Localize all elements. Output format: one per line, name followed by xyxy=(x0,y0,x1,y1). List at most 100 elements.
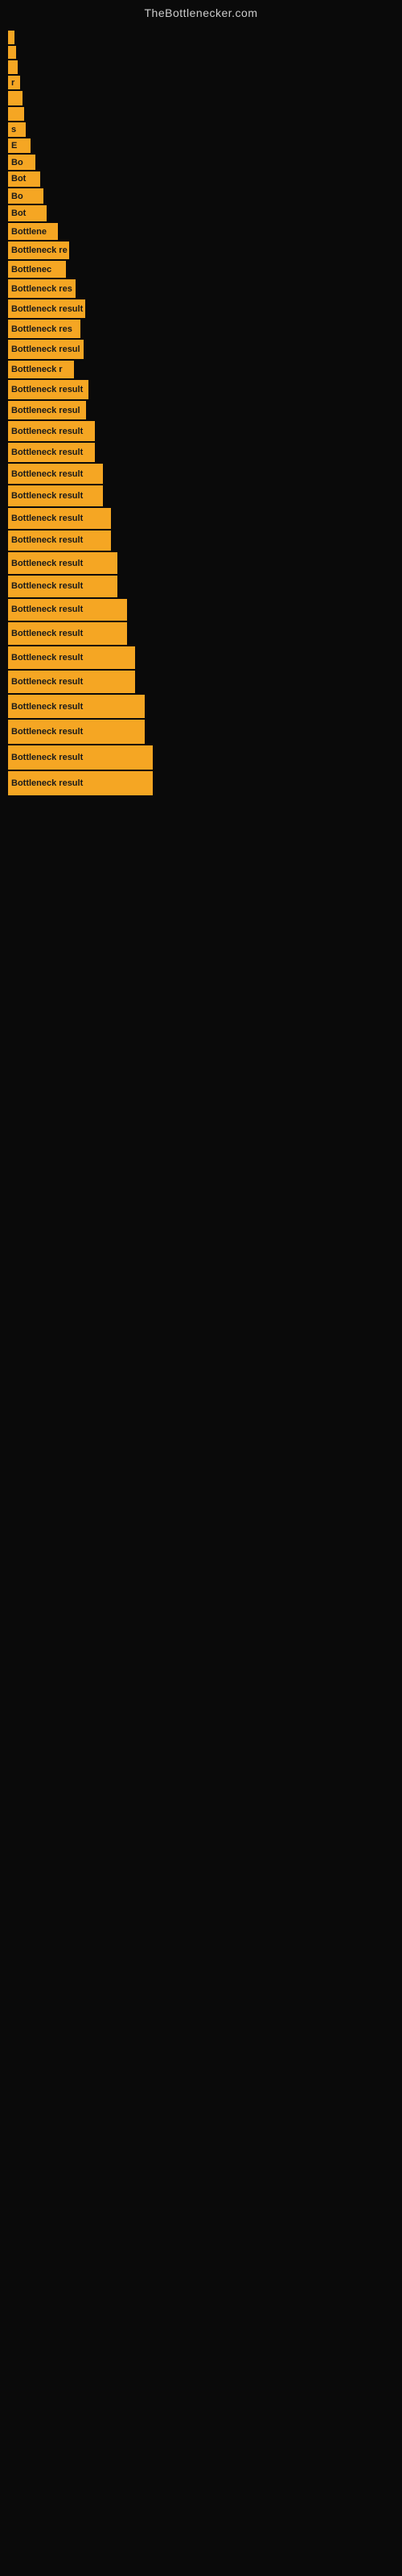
bar-label: Bottleneck result xyxy=(11,304,83,314)
bars-container: r sE Bo Bot Bo Bot Bottlene Bottleneck re Bottle… xyxy=(0,23,402,797)
bar-label: Bottleneck resul xyxy=(11,406,80,415)
bar-item: Bot xyxy=(8,171,40,187)
bar-label: Bottlene xyxy=(11,227,47,237)
bar-item: Bottleneck result xyxy=(8,745,153,770)
bar-label: Bottleneck result xyxy=(11,514,83,523)
bar-label: Bo xyxy=(11,192,23,201)
bar-item: Bottlene xyxy=(8,223,58,240)
bar-row: Bottleneck result xyxy=(8,622,402,645)
bar-item xyxy=(8,107,24,122)
bar-item: Bottleneck resul xyxy=(8,401,86,420)
bar-item: Bot xyxy=(8,205,47,221)
bar-row: Bot xyxy=(8,205,402,221)
bar-label: Bot xyxy=(11,208,26,218)
bar-label: Bottleneck result xyxy=(11,535,83,545)
bar-row: s xyxy=(8,122,402,137)
bar-row: Bottleneck r xyxy=(8,361,402,378)
bar-item: Bottleneck result xyxy=(8,508,111,529)
bar-label: Bottleneck result xyxy=(11,727,83,737)
bar-row: Bottlene xyxy=(8,223,402,240)
bar-item: Bottleneck result xyxy=(8,485,103,506)
bar-row: r xyxy=(8,76,402,89)
bar-item xyxy=(8,46,16,60)
bar-item: Bottleneck result xyxy=(8,530,111,551)
bar-row: Bottleneck result xyxy=(8,508,402,529)
bar-item: Bottleneck res xyxy=(8,279,76,298)
bar-row xyxy=(8,107,402,122)
bar-row: Bottleneck res xyxy=(8,279,402,298)
bar-item: Bottleneck re xyxy=(8,242,69,259)
bar-label: Bot xyxy=(11,174,26,184)
bar-row: Bottleneck result xyxy=(8,485,402,506)
bar-label: Bottleneck result xyxy=(11,491,83,501)
bar-row: Bottleneck result xyxy=(8,299,402,318)
bar-label: Bottleneck result xyxy=(11,629,83,638)
bar-label: Bottleneck res xyxy=(11,324,72,334)
bar-row: Bottleneck result xyxy=(8,745,402,770)
bar-label: Bottleneck result xyxy=(11,778,83,788)
bar-label: Bottleneck result xyxy=(11,653,83,663)
bar-row: E xyxy=(8,138,402,153)
bar-row: Bottlenec xyxy=(8,261,402,279)
bar-item: Bottlenec xyxy=(8,261,66,279)
bar-row: Bottleneck re xyxy=(8,242,402,259)
bar-label: Bottleneck result xyxy=(11,385,83,394)
bar-item xyxy=(8,31,14,44)
bar-item: Bottleneck result xyxy=(8,464,103,484)
bar-item: Bo xyxy=(8,155,35,170)
bar-row: Bottleneck result xyxy=(8,443,402,462)
bar-label: E xyxy=(11,141,17,151)
bar-item: s xyxy=(8,122,26,137)
bar-row: Bottleneck result xyxy=(8,552,402,574)
bar-row: Bottleneck result xyxy=(8,380,402,399)
bar-label: r xyxy=(11,78,14,88)
bar-row: Bo xyxy=(8,188,402,204)
bar-row: Bottleneck result xyxy=(8,771,402,795)
bar-row: Bottleneck result xyxy=(8,421,402,440)
bar-item: Bottleneck result xyxy=(8,671,135,693)
bar-label: Bottleneck result xyxy=(11,581,83,591)
bar-item: Bottleneck result xyxy=(8,599,127,621)
bar-label: Bottleneck result xyxy=(11,469,83,479)
bar-label: Bottleneck result xyxy=(11,677,83,687)
bar-label: Bottleneck result xyxy=(11,427,83,436)
bar-item: Bottleneck resul xyxy=(8,340,84,358)
bar-row: Bottleneck resul xyxy=(8,340,402,358)
bar-label: Bottleneck r xyxy=(11,365,63,374)
bar-label: Bottleneck result xyxy=(11,702,83,712)
bar-label: s xyxy=(11,125,16,134)
bar-label: Bottleneck result xyxy=(11,559,83,568)
bar-item: Bottleneck result xyxy=(8,622,127,645)
bar-row: Bottleneck result xyxy=(8,646,402,669)
bar-item: Bottleneck result xyxy=(8,576,117,597)
bar-label: Bottleneck result xyxy=(11,605,83,614)
bar-item: Bo xyxy=(8,188,43,204)
bar-row: Bottleneck result xyxy=(8,671,402,693)
bar-row: Bo xyxy=(8,155,402,170)
bar-row: Bottleneck res xyxy=(8,320,402,338)
bar-item: E xyxy=(8,138,31,153)
bar-label: Bo xyxy=(11,158,23,167)
site-title: TheBottlenecker.com xyxy=(0,0,402,23)
bar-row: Bot xyxy=(8,171,402,187)
bar-item: Bottleneck result xyxy=(8,695,145,718)
bar-item: Bottleneck result xyxy=(8,771,153,795)
bar-label: Bottleneck res xyxy=(11,284,72,294)
bar-row xyxy=(8,31,402,44)
bar-item: Bottleneck result xyxy=(8,720,145,743)
bar-item: Bottleneck result xyxy=(8,552,117,574)
bar-item: Bottleneck result xyxy=(8,421,95,440)
bar-label: Bottleneck resul xyxy=(11,345,80,354)
bar-row: Bottleneck result xyxy=(8,720,402,743)
bar-item: Bottleneck result xyxy=(8,299,85,318)
bar-item: Bottleneck result xyxy=(8,646,135,669)
bar-row xyxy=(8,91,402,105)
bar-row: Bottleneck result xyxy=(8,576,402,597)
bar-row: Bottleneck result xyxy=(8,530,402,551)
bar-item: r xyxy=(8,76,20,89)
bar-row: Bottleneck resul xyxy=(8,401,402,420)
bar-row: Bottleneck result xyxy=(8,695,402,718)
bar-row: Bottleneck result xyxy=(8,599,402,621)
bar-item xyxy=(8,91,23,105)
bar-label: Bottlenec xyxy=(11,265,51,275)
